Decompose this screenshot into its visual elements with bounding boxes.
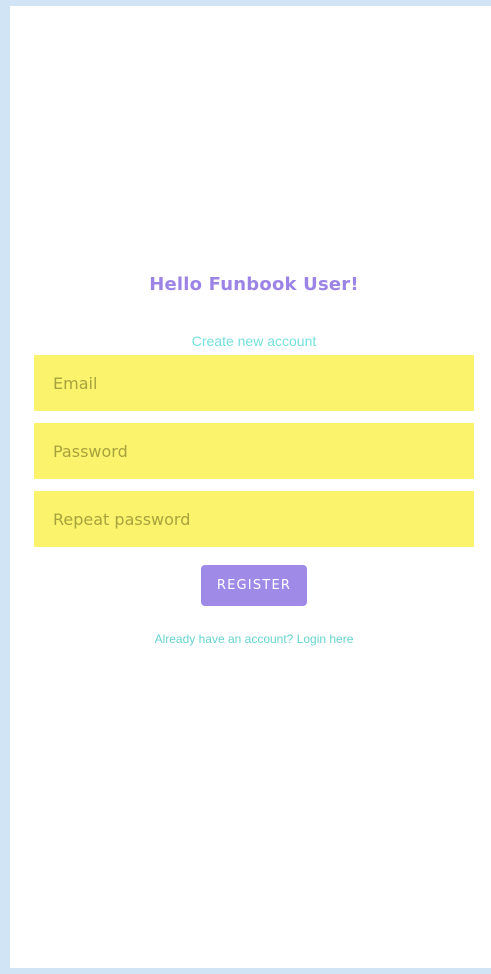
- login-link[interactable]: Already have an account? Login here: [10, 632, 491, 646]
- page-title: Hello Funbook User!: [149, 274, 359, 295]
- register-button[interactable]: REGISTER: [201, 565, 307, 606]
- email-field[interactable]: [34, 355, 474, 411]
- password-field[interactable]: [34, 423, 474, 479]
- page-subtitle: Create new account: [191, 333, 317, 349]
- repeat-password-field[interactable]: [34, 491, 474, 547]
- register-screen: Hello Funbook User! Create new account R…: [10, 6, 491, 968]
